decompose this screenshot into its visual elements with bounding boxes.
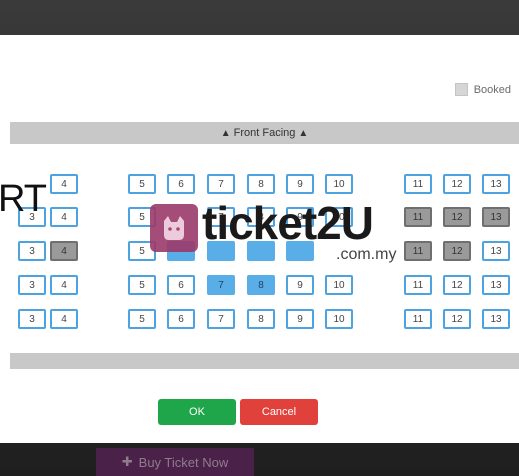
seat-row5-5[interactable]: 5: [128, 309, 156, 329]
watermark-brand: ticket2U: [202, 197, 374, 249]
arrow-up-icon: ▲: [298, 127, 309, 139]
seat-row1-7[interactable]: 7: [207, 174, 235, 194]
seat-row5-7[interactable]: 7: [207, 309, 235, 329]
seat-row5-3[interactable]: 3: [18, 309, 46, 329]
seat-row5-6[interactable]: 6: [167, 309, 195, 329]
seat-row3-4: 4: [50, 241, 78, 261]
seat-row4-3[interactable]: 3: [18, 275, 46, 295]
ticket-icon: ✚: [121, 454, 133, 469]
cancel-button[interactable]: Cancel: [240, 399, 318, 425]
seat-row1-9[interactable]: 9: [286, 174, 314, 194]
seat-row3-3[interactable]: 3: [18, 241, 46, 261]
seat-row4-12[interactable]: 12: [443, 275, 471, 295]
overlay-text: RT: [0, 178, 47, 220]
seat-row1-6[interactable]: 6: [167, 174, 195, 194]
seat-row3-12: 12: [443, 241, 471, 261]
watermark: ticket2U .com.my: [150, 197, 410, 274]
seat-row5-10[interactable]: 10: [325, 309, 353, 329]
ok-button[interactable]: OK: [158, 399, 236, 425]
seat-row3-13[interactable]: 13: [482, 241, 510, 261]
seat-row4-8[interactable]: 8: [247, 275, 275, 295]
legend-booked-label: Booked: [473, 83, 511, 96]
seat-row4-5[interactable]: 5: [128, 275, 156, 295]
seat-row5-13[interactable]: 13: [482, 309, 510, 329]
seat-row1-8[interactable]: 8: [247, 174, 275, 194]
arrow-up-icon: ▲: [220, 127, 231, 139]
booked-swatch: [454, 83, 468, 96]
seat-row4-11[interactable]: 11: [404, 275, 432, 295]
seat-row5-11[interactable]: 11: [404, 309, 432, 329]
seat-row4-10[interactable]: 10: [325, 275, 353, 295]
screen-bar: [10, 353, 519, 369]
front-facing-bar: ▲ Front Facing ▲: [10, 122, 519, 144]
seat-row4-9[interactable]: 9: [286, 275, 314, 295]
buy-ticket-label: Buy Ticket Now: [138, 454, 229, 470]
seat-row2-12: 12: [443, 207, 471, 227]
seat-row1-10[interactable]: 10: [325, 174, 353, 194]
seat-row1-13[interactable]: 13: [482, 174, 510, 194]
seat-row2-4[interactable]: 4: [50, 207, 78, 227]
seat-row1-4[interactable]: 4: [50, 174, 78, 194]
seat-row4-4[interactable]: 4: [50, 275, 78, 295]
cat-logo-icon: [150, 204, 198, 252]
seat-row4-7[interactable]: 7: [207, 275, 235, 295]
buy-ticket-button[interactable]: ✚ Buy Ticket Now: [96, 448, 254, 476]
seat-row5-8[interactable]: 8: [247, 309, 275, 329]
seat-row2-13: 13: [482, 207, 510, 227]
seat-row5-12[interactable]: 12: [443, 309, 471, 329]
seat-row1-5[interactable]: 5: [128, 174, 156, 194]
seat-row4-13[interactable]: 13: [482, 275, 510, 295]
watermark-domain: .com.my: [336, 246, 397, 263]
seat-row4-6[interactable]: 6: [167, 275, 195, 295]
front-facing-label: Front Facing: [233, 127, 296, 139]
seat-row5-4[interactable]: 4: [50, 309, 78, 329]
seat-row5-9[interactable]: 9: [286, 309, 314, 329]
seat-row1-12[interactable]: 12: [443, 174, 471, 194]
seat-row1-11[interactable]: 11: [404, 174, 432, 194]
legend: Booked: [454, 83, 511, 96]
